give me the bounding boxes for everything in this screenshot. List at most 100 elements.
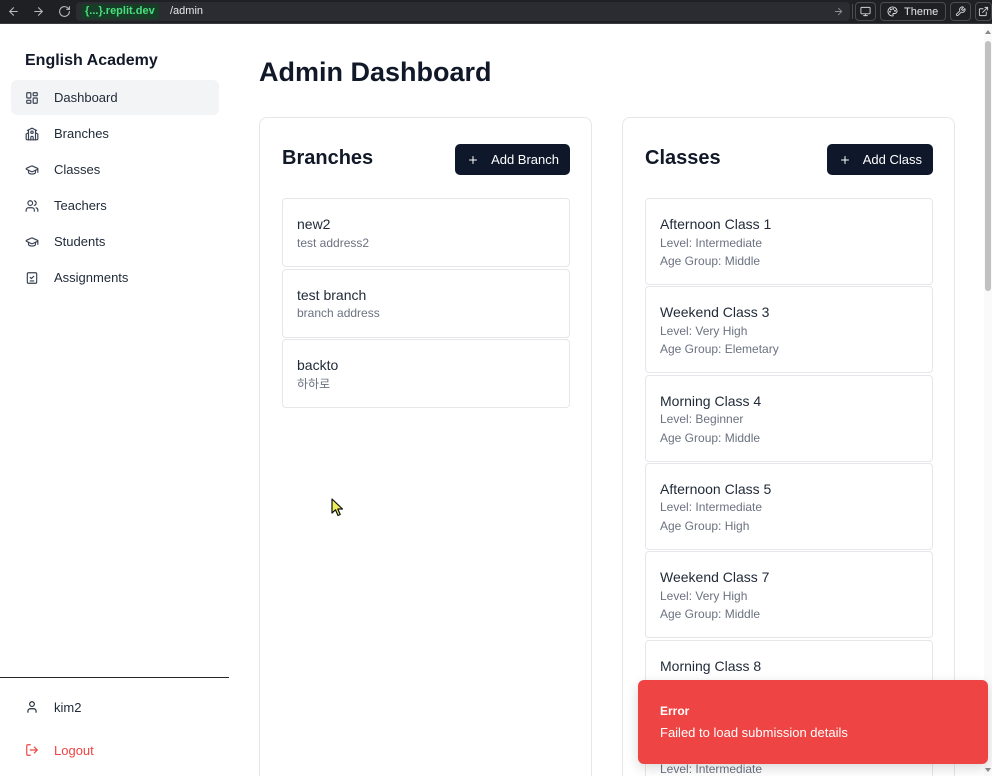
user-icon xyxy=(25,700,39,714)
toast-message: Failed to load submission details xyxy=(660,725,848,740)
sidebar-item-dashboard[interactable]: Dashboard xyxy=(11,80,219,115)
branch-name: backto xyxy=(297,357,339,373)
logout-label: Logout xyxy=(54,742,94,758)
branch-address: 하하로 xyxy=(297,376,331,391)
plus-icon xyxy=(467,154,479,166)
toast-title: Error xyxy=(660,704,690,718)
add-class-label: Add Class xyxy=(862,152,922,167)
school-icon xyxy=(25,127,39,141)
class-name: Afternoon Class 5 xyxy=(660,480,772,497)
sidebar: English Academy Dashboard Branches Class… xyxy=(0,24,229,776)
sidebar-nav: Dashboard Branches Classes Teachers Stud… xyxy=(11,80,219,296)
user-name: kim2 xyxy=(54,699,82,715)
toolbar-divider xyxy=(852,4,853,19)
wrench-icon xyxy=(955,6,966,17)
class-level: Level: Intermediate xyxy=(660,500,763,515)
sidebar-item-teachers[interactable]: Teachers xyxy=(11,188,219,223)
class-list-item[interactable]: Weekend Class 3 Level: Very High Age Gro… xyxy=(645,286,933,374)
add-class-button[interactable]: Add Class xyxy=(826,144,933,175)
class-age-group: Age Group: Middle xyxy=(660,430,761,445)
layout-dashboard-icon xyxy=(25,91,39,105)
branches-card-header: Branches Add Branch xyxy=(282,144,570,175)
branch-list-item[interactable]: backto 하하로 xyxy=(282,339,570,408)
monitor-icon xyxy=(860,6,871,17)
class-age-group: Age Group: Middle xyxy=(660,254,761,268)
page-scrollbar[interactable] xyxy=(984,24,992,776)
class-level: Level: Very High xyxy=(660,323,748,338)
arrow-right-icon[interactable] xyxy=(833,6,844,17)
class-age-group: Age Group: High xyxy=(660,518,750,533)
graduation-cap-icon xyxy=(25,163,39,177)
graduation-cap-icon xyxy=(25,235,39,249)
sidebar-item-assignments[interactable]: Assignments xyxy=(11,260,219,295)
forward-arrow-icon[interactable] xyxy=(32,5,45,18)
sidebar-item-label: Classes xyxy=(54,162,101,177)
class-name: Afternoon Class 1 xyxy=(660,216,772,232)
classes-card: Classes Add Class Afternoon Class 1 Leve… xyxy=(622,117,955,776)
palette-icon xyxy=(887,6,898,17)
branches-title: Branches xyxy=(282,147,374,169)
mouse-cursor xyxy=(331,498,344,517)
class-list-item[interactable]: Weekend Class 7 Level: Very High Age Gro… xyxy=(645,551,933,639)
sidebar-item-label: Assignments xyxy=(54,270,129,285)
app-screen: {...}.replit.dev /admin Theme English Ac… xyxy=(0,0,992,776)
back-arrow-icon[interactable] xyxy=(7,5,20,18)
class-level: Level: Beginner xyxy=(660,412,744,427)
class-age-group: Age Group: Middle xyxy=(660,607,761,622)
app-title: English Academy xyxy=(25,52,158,69)
open-in-new-tab-button[interactable] xyxy=(975,2,992,21)
add-branch-button[interactable]: Add Branch xyxy=(455,144,570,175)
branch-list-item[interactable]: new2 test address2 xyxy=(282,198,570,267)
class-list-item[interactable]: Morning Class 4 Level: Beginner Age Grou… xyxy=(645,374,933,462)
scroll-up-arrow-icon[interactable] xyxy=(985,30,991,34)
devtools-button[interactable] xyxy=(950,2,971,21)
class-list-item[interactable]: Afternoon Class 5 Level: Intermediate Ag… xyxy=(645,462,933,550)
sidebar-item-label: Dashboard xyxy=(54,90,118,105)
sidebar-item-label: Students xyxy=(54,234,106,249)
sidebar-item-label: Teachers xyxy=(54,198,107,213)
class-level: Level: Intermediate xyxy=(660,763,763,776)
sidebar-item-students[interactable]: Students xyxy=(11,224,219,259)
scroll-down-arrow-icon[interactable] xyxy=(985,768,991,772)
theme-button[interactable]: Theme xyxy=(880,2,946,21)
users-icon xyxy=(25,199,39,213)
branch-address: branch address xyxy=(297,306,380,320)
url-path: /admin xyxy=(170,5,204,17)
external-link-icon xyxy=(978,6,989,17)
sidebar-item-branches[interactable]: Branches xyxy=(11,116,219,151)
scrollbar-thumb[interactable] xyxy=(985,41,991,291)
classes-title: Classes xyxy=(645,147,721,169)
class-name: Weekend Class 7 xyxy=(660,569,770,586)
branch-list: new2 test address2 test branch branch ad… xyxy=(282,198,570,408)
branch-address: test address2 xyxy=(297,235,370,250)
sidebar-divider xyxy=(0,677,229,678)
current-user: kim2 xyxy=(11,697,81,717)
class-level: Level: Intermediate xyxy=(660,235,763,250)
branch-list-item[interactable]: test branch branch address xyxy=(282,268,570,338)
class-name: Morning Class 8 xyxy=(660,657,762,674)
logout-button[interactable]: Logout xyxy=(11,740,94,760)
class-name: Morning Class 4 xyxy=(660,392,762,409)
sidebar-item-classes[interactable]: Classes xyxy=(11,152,219,187)
reload-icon[interactable] xyxy=(58,5,71,18)
class-level: Level: Very High xyxy=(660,588,748,603)
classes-card-header: Classes Add Class xyxy=(645,144,933,175)
theme-label: Theme xyxy=(904,5,939,18)
sidebar-item-label: Branches xyxy=(54,126,109,141)
error-toast: Error Failed to load submission details xyxy=(638,680,988,764)
url-domain: {...}.replit.dev xyxy=(81,4,159,19)
logout-icon xyxy=(25,743,39,757)
main-content: Admin Dashboard Branches Add Branch new2… xyxy=(229,24,984,776)
plus-icon xyxy=(839,154,851,166)
class-age-group: Age Group: Elemetary xyxy=(660,342,779,357)
class-list-item[interactable]: Afternoon Class 1 Level: Intermediate Ag… xyxy=(645,198,933,285)
browser-toolbar: {...}.replit.dev /admin Theme xyxy=(0,0,992,24)
branch-name: new2 xyxy=(297,216,331,232)
branches-card: Branches Add Branch new2 test address2 t… xyxy=(259,117,592,776)
url-field[interactable]: {...}.replit.dev /admin xyxy=(76,2,850,21)
clipboard-check-icon xyxy=(25,271,39,285)
branch-name: test branch xyxy=(297,286,367,303)
add-branch-label: Add Branch xyxy=(491,152,559,167)
device-preview-button[interactable] xyxy=(855,2,876,21)
class-name: Weekend Class 3 xyxy=(660,304,770,321)
